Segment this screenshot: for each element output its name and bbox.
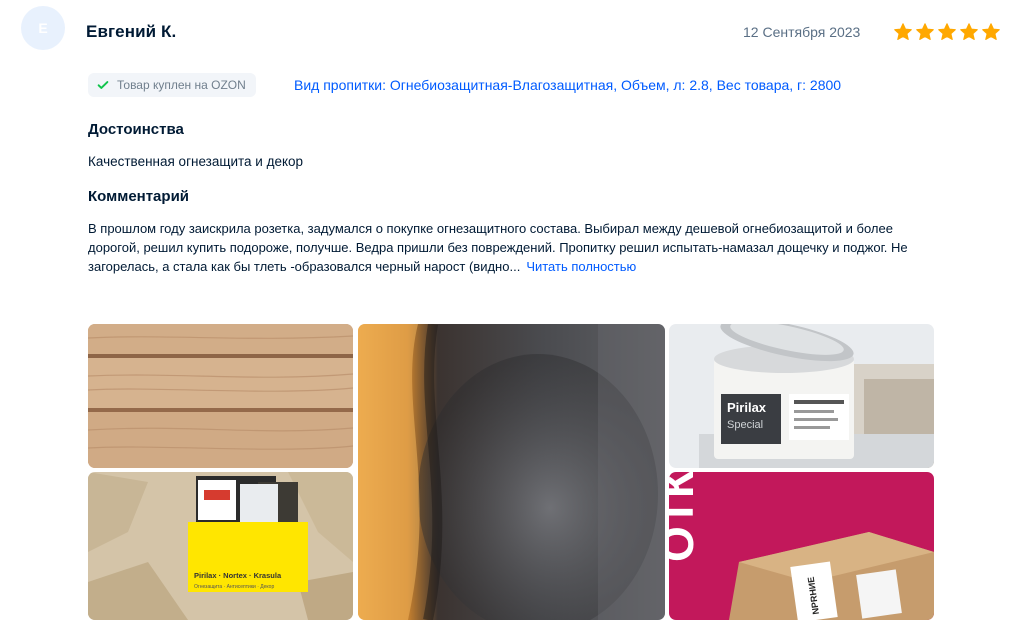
star-icon — [960, 23, 978, 41]
avatar[interactable]: Е — [21, 6, 65, 50]
star-icon — [982, 23, 1000, 41]
verified-purchase-badge: Товар куплен на OZON — [88, 73, 256, 97]
comment-body: В прошлом году заискрила розетка, задума… — [88, 219, 923, 276]
review-photo-can[interactable]: Pirilax Special — [669, 324, 934, 468]
box-sub-text: Огнезащита · Антисептики · Декор — [194, 584, 274, 590]
rating-stars — [893, 22, 1001, 42]
bg-letters: ОТК — [669, 472, 703, 562]
review-photo-box[interactable]: Pirilax · Nortex · Krasula Огнезащита · … — [88, 472, 353, 620]
review-date: 12 Сентября 2023 — [743, 24, 861, 40]
review-photo-wood[interactable] — [88, 324, 353, 468]
can-brand-text: Pirilax — [727, 400, 767, 415]
avatar-letter: Е — [38, 20, 48, 36]
comment-text: В прошлом году заискрила розетка, задума… — [88, 221, 908, 274]
author-name[interactable]: Евгений К. — [86, 22, 176, 42]
charred-surface-image — [358, 324, 665, 620]
parcel-image: ОТК NPRНИЕ — [669, 472, 934, 620]
advantages-title: Достоинства — [88, 121, 184, 138]
product-variant-link[interactable]: Вид пропитки: Огнебиозащитная-Влагозащит… — [294, 77, 841, 93]
read-more-link[interactable]: Читать полностью — [526, 259, 636, 274]
comment-title: Комментарий — [88, 188, 190, 205]
paint-can-image: Pirilax Special — [669, 324, 934, 468]
advantages-text: Качественная огнезащита и декор — [88, 154, 304, 169]
can-brand-sub: Special — [727, 419, 763, 431]
review-photo-charred[interactable] — [358, 324, 665, 620]
verified-label: Товар куплен на OZON — [117, 78, 246, 92]
wood-planks-image — [88, 324, 353, 468]
star-icon — [916, 23, 934, 41]
star-icon — [938, 23, 956, 41]
check-icon — [97, 81, 109, 89]
box-brand-text: Pirilax · Nortex · Krasula — [194, 571, 282, 580]
star-icon — [894, 23, 912, 41]
product-box-image: Pirilax · Nortex · Krasula Огнезащита · … — [88, 472, 353, 620]
review-photo-parcel[interactable]: ОТК NPRНИЕ — [669, 472, 934, 620]
